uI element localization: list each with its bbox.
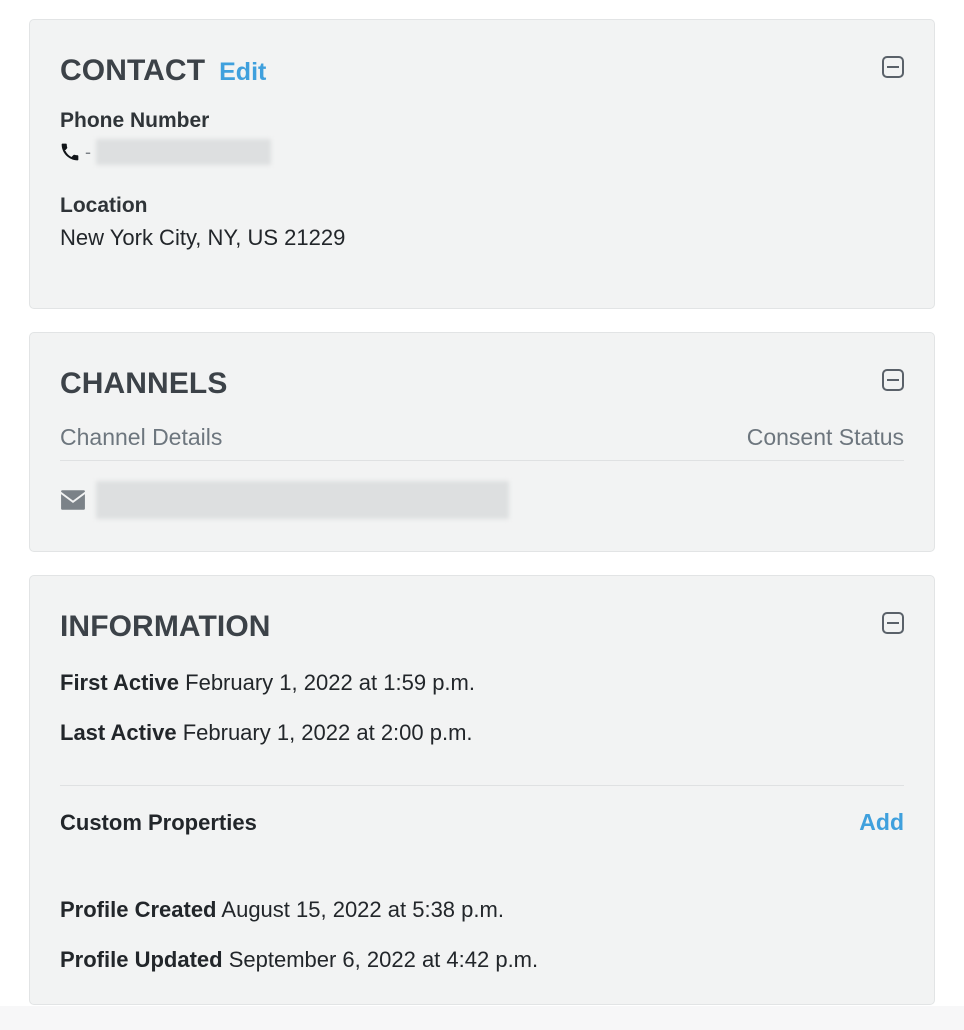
information-card-header: INFORMATION — [60, 576, 904, 642]
profile-sidebar-page: CONTACT Edit Phone Number - — [0, 0, 964, 1030]
table-row[interactable] — [60, 461, 904, 519]
custom-properties-add-link[interactable]: Add — [859, 811, 904, 834]
first-active-value: February 1, 2022 at 1:59 p.m. — [185, 670, 475, 695]
contact-edit-link[interactable]: Edit — [219, 60, 266, 85]
channels-card-body: CHANNELS Channel Details Consent Status — [30, 333, 934, 551]
first-active-row: First Active February 1, 2022 at 1:59 p.… — [60, 669, 904, 697]
phone-number-label: Phone Number — [60, 108, 904, 133]
location-value: New York City, NY, US 21229 — [60, 224, 904, 252]
phone-number-value-row: - — [60, 139, 904, 165]
phone-icon — [60, 142, 80, 162]
contact-card-title: CONTACT — [60, 56, 205, 86]
information-card-title: INFORMATION — [60, 612, 271, 642]
contact-card-header: CONTACT Edit — [60, 20, 904, 86]
channels-card: CHANNELS Channel Details Consent Status — [29, 332, 935, 552]
profile-updated-label: Profile Updated — [60, 947, 223, 972]
envelope-icon — [60, 490, 86, 510]
first-active-label: First Active — [60, 670, 179, 695]
custom-properties-label: Custom Properties — [60, 810, 257, 836]
profile-created-value: August 15, 2022 at 5:38 p.m. — [221, 897, 504, 922]
column-header-consent-status: Consent Status — [747, 425, 904, 450]
last-active-line: Last Active February 1, 2022 at 2:00 p.m… — [60, 719, 904, 747]
location-field: Location New York City, NY, US 21229 — [60, 193, 904, 252]
profile-created-row: Profile Created August 15, 2022 at 5:38 … — [60, 896, 904, 924]
column-header-channel-details: Channel Details — [60, 425, 222, 450]
channels-card-header: CHANNELS — [60, 333, 904, 399]
profile-created-label: Profile Created — [60, 897, 217, 922]
channels-card-title: CHANNELS — [60, 369, 227, 399]
phone-number-field: Phone Number - — [60, 108, 904, 165]
information-card: INFORMATION First Active February 1, 202… — [29, 575, 935, 1005]
profile-updated-value: September 6, 2022 at 4:42 p.m. — [229, 947, 538, 972]
information-card-body: INFORMATION First Active February 1, 202… — [30, 576, 934, 1004]
contact-title-group: CONTACT Edit — [60, 56, 266, 86]
profile-updated-line: Profile Updated September 6, 2022 at 4:4… — [60, 946, 904, 974]
contact-card: CONTACT Edit Phone Number - — [29, 19, 935, 309]
profile-updated-row: Profile Updated September 6, 2022 at 4:4… — [60, 946, 904, 974]
collapse-minus-icon[interactable] — [882, 56, 904, 78]
page-bottom-strip — [0, 1006, 964, 1030]
phone-number-redacted-value — [96, 139, 271, 165]
collapse-minus-icon[interactable] — [882, 369, 904, 391]
location-label: Location — [60, 193, 904, 218]
custom-properties-row: Custom Properties Add — [60, 810, 904, 836]
last-active-label: Last Active — [60, 720, 177, 745]
last-active-row: Last Active February 1, 2022 at 2:00 p.m… — [60, 719, 904, 747]
contact-card-body: CONTACT Edit Phone Number - — [30, 20, 934, 308]
channel-detail-redacted-value — [96, 481, 509, 519]
collapse-minus-icon[interactable] — [882, 612, 904, 634]
channels-table-header: Channel Details Consent Status — [60, 425, 904, 461]
last-active-value: February 1, 2022 at 2:00 p.m. — [183, 720, 473, 745]
phone-separator: - — [85, 142, 91, 163]
information-divider — [60, 785, 904, 786]
first-active-line: First Active February 1, 2022 at 1:59 p.… — [60, 669, 904, 697]
profile-created-line: Profile Created August 15, 2022 at 5:38 … — [60, 896, 904, 924]
